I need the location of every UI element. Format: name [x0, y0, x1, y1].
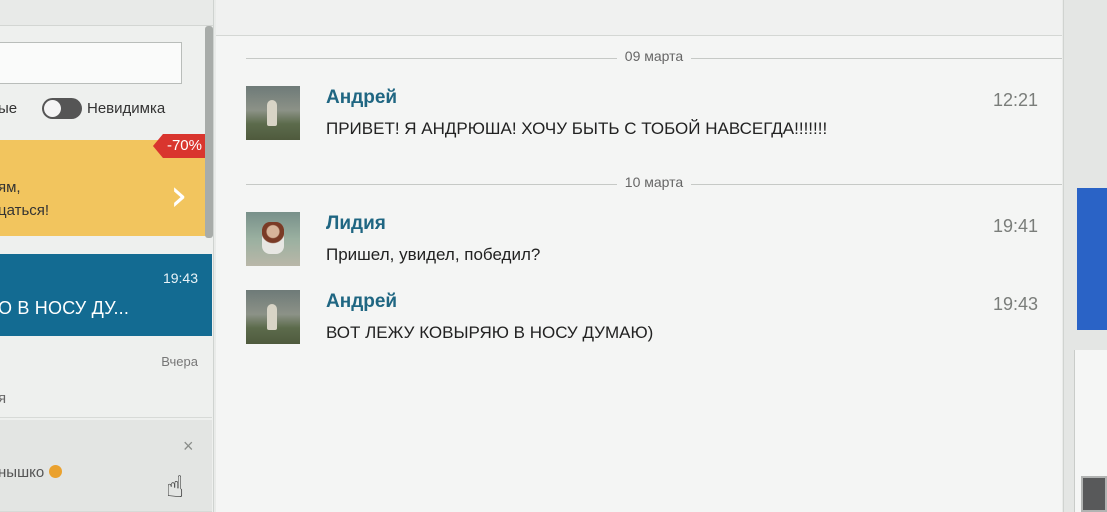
sender-name[interactable]: Андрей	[326, 291, 397, 313]
dialog-list-scrollbar[interactable]	[205, 26, 213, 238]
promo-line-2: цаться!	[0, 202, 50, 219]
chevron-right-icon[interactable]: ›	[170, 174, 198, 218]
close-icon[interactable]: ×	[183, 436, 194, 457]
invisible-toggle-label: Невидимка	[87, 100, 166, 117]
message-text: ПРИВЕТ! Я АНДРЮША! ХОЧУ БЫТЬ С ТОБОЙ НАВ…	[326, 119, 828, 138]
dialog-list-panel: ые Невидимка -70% ям, цаться! › 19:43 О …	[0, 0, 214, 512]
dialog-preview: нышко	[0, 464, 63, 481]
dialog-preview: я	[0, 390, 6, 407]
left-topbar	[0, 0, 213, 26]
right-blue-panel[interactable]	[1077, 188, 1107, 330]
message-time: 19:43	[992, 294, 1038, 314]
dialog-item-active[interactable]: 19:43 О В НОСУ ДУ...	[0, 254, 212, 336]
message-text: ВОТ ЛЕЖУ КОВЫРЯЮ В НОСУ ДУМАЮ)	[326, 323, 654, 342]
date-separator: 09 марта	[246, 48, 1062, 68]
dialog-time: 19:43	[162, 270, 198, 286]
date-separator: 10 марта	[246, 174, 1062, 194]
sender-name[interactable]: Лидия	[326, 213, 386, 235]
avatar[interactable]	[246, 290, 300, 344]
dialog-item[interactable]: Вчера я	[0, 344, 212, 418]
message-time: 12:21	[992, 90, 1038, 110]
message-item: Лидия 19:41 Пришел, увидел, победил?	[246, 212, 1038, 272]
sun-emoji-icon	[49, 465, 63, 478]
discount-badge: -70%	[152, 134, 208, 158]
promo-line-1: ям,	[0, 179, 21, 196]
search-input[interactable]	[0, 42, 182, 84]
dialog-preview: О В НОСУ ДУ...	[0, 298, 130, 318]
message-text: Пришел, увидел, победил?	[326, 245, 541, 264]
dialog-time: Вчера	[161, 354, 198, 369]
hand-pointer-icon: ☝	[166, 470, 185, 505]
promo-banner[interactable]: -70% ям, цаться! ›	[0, 134, 208, 236]
right-thumbnail[interactable]	[1081, 476, 1107, 512]
sender-name[interactable]: Андрей	[326, 87, 397, 109]
date-label: 09 марта	[616, 48, 692, 64]
message-item: Андрей 19:43 ВОТ ЛЕЖУ КОВЫРЯЮ В НОСУ ДУМ…	[246, 290, 1038, 350]
online-status-label: ые	[0, 100, 18, 117]
message-time: 19:41	[992, 216, 1038, 236]
invisible-toggle[interactable]	[42, 98, 82, 119]
message-item: Андрей 12:21 ПРИВЕТ! Я АНДРЮША! ХОЧУ БЫТ…	[246, 86, 1038, 146]
promo-text: ям, цаться!	[0, 176, 49, 222]
conversation-panel: 09 марта Андрей 12:21 ПРИВЕТ! Я АНДРЮША!…	[216, 0, 1062, 512]
avatar[interactable]	[246, 86, 300, 140]
date-label: 10 марта	[616, 174, 692, 190]
conversation-topbar	[216, 0, 1062, 36]
toggle-switch-icon	[44, 100, 61, 117]
avatar[interactable]	[246, 212, 300, 266]
status-row: ые Невидимка	[0, 97, 213, 121]
dialog-preview-text: нышко	[0, 464, 45, 481]
